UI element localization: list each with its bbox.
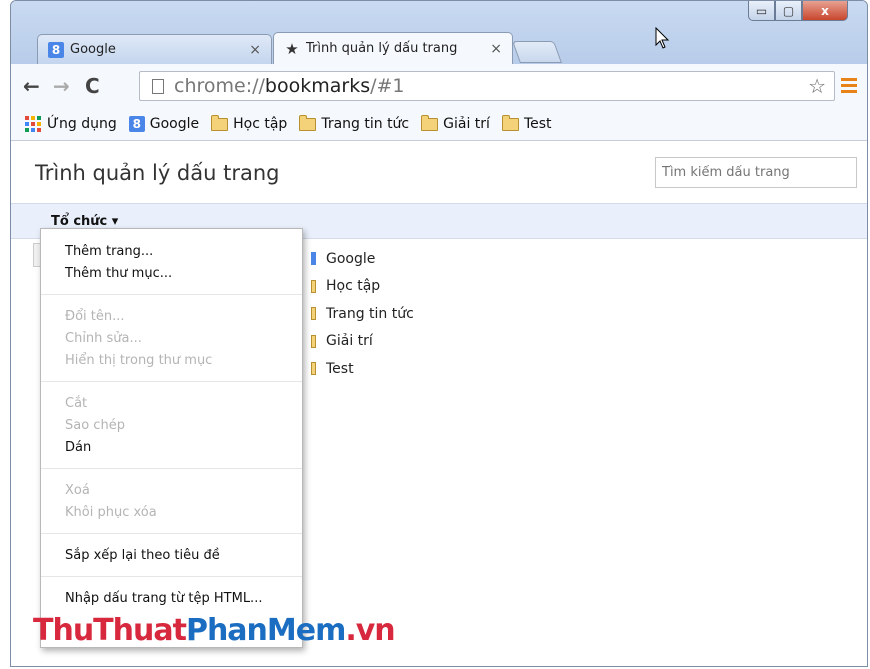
- minimize-button[interactable]: ▭: [748, 1, 775, 21]
- menu-item-undo-delete: Khôi phục xóa: [65, 505, 157, 520]
- folder-icon: [311, 362, 316, 376]
- mouse-cursor-icon: [655, 27, 670, 49]
- menu-item-edit: Chỉnh sửa...: [65, 331, 142, 346]
- bookmark-label: Google: [149, 116, 200, 132]
- folder-icon: [311, 307, 316, 321]
- bookmark-label: Trang tin tức: [321, 116, 410, 132]
- window-controls: ▭ ▢ x: [748, 1, 848, 27]
- bookmark-label: Test: [523, 116, 552, 132]
- page-icon: [152, 78, 164, 94]
- bookmarks-bar: Ứng dụng 8 Google Học tập Trang tin tức …: [11, 108, 867, 141]
- bookmark-folder-giai-tri[interactable]: Giải trí: [421, 114, 490, 132]
- forward-button[interactable]: →: [53, 74, 70, 98]
- title-bar: 8 Google × ★ Trình quản lý dấu trang × ▭…: [11, 1, 867, 71]
- bookmark-label: Ứng dụng: [47, 116, 117, 132]
- menu-item-paste[interactable]: Dán: [41, 437, 302, 459]
- folder-icon: [211, 114, 229, 131]
- bookmark-folder-trang-tin-tuc[interactable]: Trang tin tức: [299, 114, 410, 132]
- menu-item-import-html[interactable]: Nhập dấu trang từ tệp HTML...: [41, 588, 302, 610]
- star-icon: ★: [285, 39, 299, 58]
- bookmark-folder-test[interactable]: Test: [501, 114, 552, 132]
- menu-separator: [41, 576, 302, 577]
- tab-label: Trình quản lý dấu trang: [306, 41, 458, 56]
- close-window-button[interactable]: x: [802, 1, 848, 21]
- folder-icon: [501, 114, 519, 131]
- bookmark-label: Giải trí: [443, 116, 490, 132]
- folder-icon: [299, 114, 317, 131]
- organize-menu-button[interactable]: Tổ chức ▾: [51, 214, 118, 229]
- list-item[interactable]: Test: [311, 355, 414, 383]
- menu-separator: [41, 294, 302, 295]
- new-tab-button[interactable]: [511, 41, 563, 63]
- browser-toolbar: ← → C chrome://bookmarks/#1 ☆: [11, 64, 867, 108]
- folder-icon: [311, 279, 316, 293]
- folder-icon: [421, 114, 439, 131]
- list-item[interactable]: Giải trí: [311, 328, 414, 356]
- google-favicon-icon: 8: [128, 116, 145, 132]
- organize-dropdown-menu: Thêm trang... Thêm thư mục... Đổi tên...…: [40, 228, 303, 648]
- menu-item-add-page[interactable]: Thêm trang...: [41, 241, 302, 263]
- close-tab-icon[interactable]: ×: [490, 41, 502, 57]
- menu-item-show-in-folder: Hiển thị trong thư mục: [65, 353, 213, 368]
- list-item[interactable]: Google: [311, 245, 414, 273]
- tab-label: Google: [70, 42, 116, 57]
- search-bookmarks-input[interactable]: [655, 157, 857, 188]
- address-bar[interactable]: chrome://bookmarks/#1 ☆: [139, 71, 835, 101]
- bookmark-star-icon[interactable]: ☆: [808, 74, 826, 98]
- menu-separator: [41, 381, 302, 382]
- bookmark-folder-hoc-tap[interactable]: Học tập: [211, 114, 288, 132]
- url-text: chrome://bookmarks/#1: [174, 75, 405, 97]
- bookmark-list: Google Học tập Trang tin tức Giải trí Te…: [311, 245, 414, 383]
- watermark-logo: ThuThuatPhanMem.vn: [33, 613, 396, 648]
- menu-item-cut: Cắt: [65, 396, 88, 411]
- bookmark-label: Học tập: [233, 116, 288, 132]
- google-favicon-icon: [311, 252, 316, 266]
- folder-icon: [311, 334, 316, 348]
- menu-separator: [41, 468, 302, 469]
- close-tab-icon[interactable]: ×: [249, 42, 261, 58]
- apps-grid-icon: [25, 116, 41, 132]
- list-item[interactable]: Trang tin tức: [311, 300, 414, 328]
- menu-separator: [41, 533, 302, 534]
- tab-bookmarks[interactable]: ★ Trình quản lý dấu trang ×: [273, 32, 513, 64]
- tab-google[interactable]: 8 Google ×: [37, 34, 272, 64]
- back-button[interactable]: ←: [23, 74, 40, 98]
- bookmark-google[interactable]: 8 Google: [128, 116, 200, 132]
- google-favicon-icon: 8: [48, 41, 64, 58]
- menu-item-delete: Xoá: [65, 483, 90, 498]
- chrome-menu-icon[interactable]: [841, 78, 857, 96]
- maximize-button[interactable]: ▢: [775, 1, 802, 21]
- page-title: Trình quản lý dấu trang: [35, 161, 280, 185]
- reload-button[interactable]: C: [85, 74, 100, 98]
- bookmark-apps[interactable]: Ứng dụng: [25, 116, 117, 132]
- menu-item-sort-by-title[interactable]: Sắp xếp lại theo tiêu đề: [41, 545, 302, 567]
- menu-item-copy: Sao chép: [65, 418, 125, 433]
- list-item[interactable]: Học tập: [311, 273, 414, 301]
- menu-item-add-folder[interactable]: Thêm thư mục...: [41, 263, 302, 285]
- menu-item-rename: Đổi tên...: [65, 309, 125, 324]
